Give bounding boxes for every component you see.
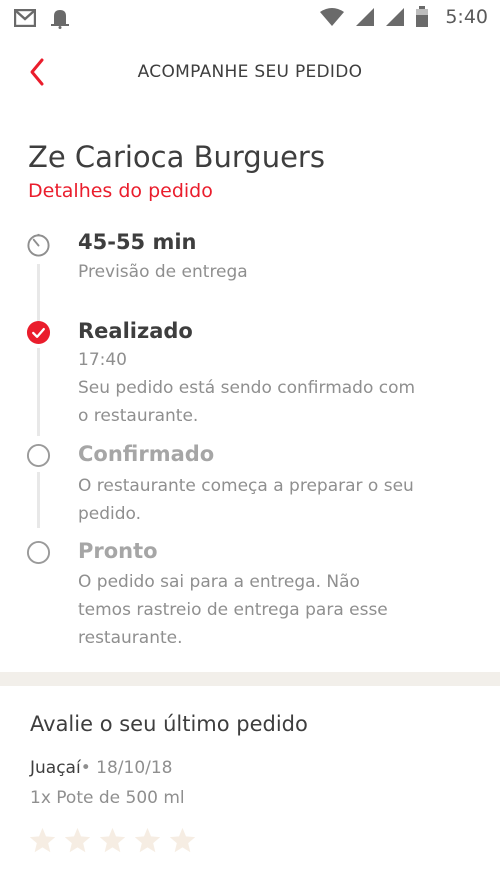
last-order-item: 1x Pote de 500 ml bbox=[30, 788, 185, 808]
last-order-store: Juaçaí bbox=[30, 758, 81, 778]
gmail-icon bbox=[14, 9, 36, 27]
status-bar: 5:40 bbox=[0, 0, 500, 36]
order-details-link[interactable]: Detalhes do pedido bbox=[28, 180, 213, 202]
battery-icon bbox=[416, 6, 429, 27]
check-circle-icon bbox=[26, 320, 51, 345]
separator-dot: • bbox=[80, 758, 91, 778]
last-order-summary: Juaçaí• 18/10/18 bbox=[30, 758, 173, 778]
star-icon[interactable] bbox=[168, 826, 197, 855]
step-description: O restaurante começa a preparar o seu bbox=[78, 476, 414, 496]
star-icon[interactable] bbox=[98, 826, 127, 855]
signal-icon bbox=[356, 8, 375, 26]
wifi-icon bbox=[320, 8, 345, 26]
step-description: o restaurante. bbox=[78, 406, 199, 426]
step-title-confirmado: Confirmado bbox=[78, 442, 215, 466]
signal-icon bbox=[386, 8, 405, 26]
step-description: pedido. bbox=[78, 504, 142, 524]
section-divider bbox=[0, 672, 500, 686]
step-description: O pedido sai para a entrega. Não bbox=[78, 572, 360, 592]
step-title-realizado: Realizado bbox=[78, 319, 193, 343]
step-title-pronto: Pronto bbox=[78, 539, 158, 563]
empty-circle-icon bbox=[26, 443, 51, 468]
star-icon[interactable] bbox=[63, 826, 92, 855]
star-icon[interactable] bbox=[28, 826, 57, 855]
status-time: 5:40 bbox=[445, 6, 488, 28]
store-name: Ze Carioca Burguers bbox=[28, 140, 325, 174]
timer-icon bbox=[27, 233, 50, 257]
star-icon[interactable] bbox=[133, 826, 162, 855]
timeline-connector bbox=[37, 472, 40, 528]
step-description: restaurante. bbox=[78, 628, 183, 648]
step-time: 17:40 bbox=[78, 350, 127, 370]
delivery-estimate-label: Previsão de entrega bbox=[78, 262, 248, 282]
timeline-connector bbox=[37, 264, 40, 328]
step-description: Seu pedido está sendo confirmado com bbox=[78, 378, 416, 398]
app-bar: ACOMPANHE SEU PEDIDO bbox=[0, 36, 500, 108]
rating-title: Avalie o seu último pedido bbox=[30, 712, 308, 736]
notification-icon bbox=[51, 10, 69, 29]
timeline-connector bbox=[37, 348, 40, 436]
last-order-date: 18/10/18 bbox=[96, 758, 173, 778]
star-rating bbox=[28, 826, 197, 855]
empty-circle-icon bbox=[26, 540, 51, 565]
page-title: ACOMPANHE SEU PEDIDO bbox=[137, 62, 363, 82]
step-description: temos rastreio de entrega para esse bbox=[78, 600, 388, 620]
delivery-estimate: 45-55 min bbox=[78, 230, 197, 254]
